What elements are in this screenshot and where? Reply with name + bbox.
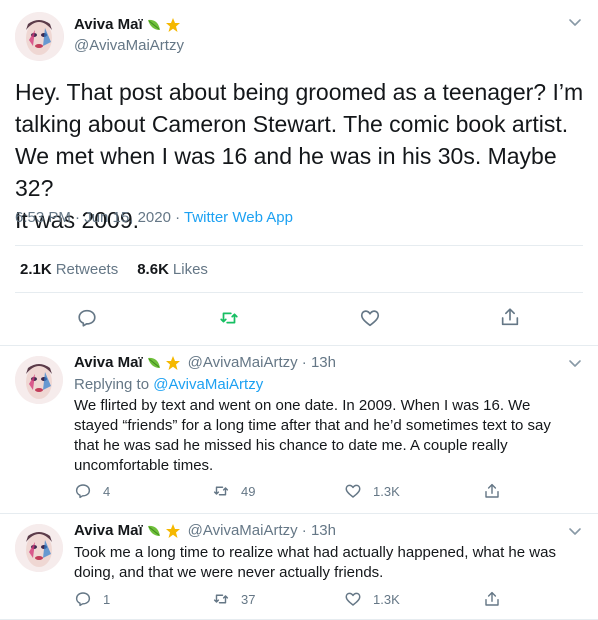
reply-icon[interactable] [76,307,98,329]
reply-button[interactable]: 4 [74,482,110,500]
reply-tweet[interactable]: Aviva Maï @AvivaMaiArtzy · 13h Replying … [0,346,598,514]
retweet-icon[interactable] [218,307,240,329]
retweets-count: 2.1K [20,260,52,278]
share-icon [485,483,499,498]
retweet-icon [213,486,229,496]
reply-tweet[interactable]: Aviva Maï @AvivaMaiArtzy · 13h Took me a… [0,514,598,620]
tweet-text-line: talking about Cameron Stewart. The comic… [15,111,569,137]
tweet-actions [0,305,598,335]
tweet-text-line: Hey. That post about being groomed as a … [15,79,584,105]
reply-actions: 1 37 1.3K [74,590,574,610]
reply-button[interactable]: 1 [74,590,110,608]
reply-text-line: that he was sad he missed his chance to … [74,437,508,454]
avatar[interactable] [15,12,64,61]
reply-header: Aviva Maï @AvivaMaiArtzy · 13h [74,354,336,371]
leaf-emoji-icon [146,523,162,539]
like-count: 1.3K [373,483,400,499]
star-emoji-icon [165,355,181,371]
replying-to-handle[interactable]: @AvivaMaiArtzy [153,376,263,393]
tweet-stats: 2.1K Retweets 8.6K Likes [15,245,583,293]
reply-count: 4 [103,483,111,499]
reply-text-line: stayed “friends” for a long time after t… [74,417,551,434]
like-count: 1.3K [373,591,400,607]
replying-to: Replying to @AvivaMaiArtzy [74,376,263,393]
tweet-timestamp[interactable]: 6:53 PM · Jun 15, 2020 · [15,209,184,226]
reply-text-line: Took me a long time to realize what had … [74,544,556,561]
retweets-stat[interactable]: 2.1K Retweets [20,261,118,278]
tweet-meta: 6:53 PM · Jun 15, 2020 · Twitter Web App [15,209,293,226]
retweet-button[interactable]: 49 [212,482,255,500]
leaf-emoji-icon [146,355,162,371]
reply-text: We flirted by text and went on one date.… [74,396,582,476]
retweets-label: Retweets [55,260,119,278]
retweet-icon [213,594,229,604]
like-icon[interactable] [359,307,381,329]
avatar[interactable] [15,524,63,572]
replying-to-prefix: Replying to [74,376,154,393]
reply-count: 1 [103,591,111,607]
retweet-count: 49 [241,483,256,499]
leaf-emoji-icon [146,17,162,33]
likes-stat[interactable]: 8.6K Likes [137,261,208,278]
like-icon [345,592,361,606]
author-name-text[interactable]: Aviva Maï [74,16,143,33]
main-tweet: Aviva Maï @AvivaMaiArtzy Hey. That post … [0,0,598,346]
reply-icon [75,592,91,607]
like-icon [345,484,361,498]
reply-text-line: uncomfortable times. [74,457,214,474]
author-name[interactable]: Aviva Maï [74,16,181,33]
reply-icon [75,484,91,499]
tweet-source-app[interactable]: Twitter Web App [184,209,293,226]
likes-label: Likes [172,260,208,278]
author-name[interactable]: Aviva Maï [74,522,143,539]
share-icon [485,591,499,606]
tweet-text-line: We met when I was 16 and he was in his 3… [15,143,557,201]
retweet-count: 37 [241,591,256,607]
likes-count: 8.6K [137,260,169,278]
author-handle[interactable]: @AvivaMaiArtzy · 13h [188,354,336,371]
star-emoji-icon [165,523,181,539]
chevron-down-icon[interactable] [566,13,584,31]
avatar[interactable] [15,356,63,404]
chevron-down-icon[interactable] [566,522,584,540]
reply-text: Took me a long time to realize what had … [74,543,582,583]
author-name[interactable]: Aviva Maï [74,354,143,371]
like-button[interactable]: 1.3K [344,482,400,500]
chevron-down-icon[interactable] [566,354,584,372]
author-handle[interactable]: @AvivaMaiArtzy [74,37,184,54]
retweet-button[interactable]: 37 [212,590,255,608]
reply-actions: 4 49 1.3K [74,482,574,502]
share-button[interactable] [483,590,512,608]
reply-header: Aviva Maï @AvivaMaiArtzy · 13h [74,522,336,539]
share-button[interactable] [483,482,512,500]
star-emoji-icon [165,17,181,33]
reply-text-line: We flirted by text and went on one date.… [74,397,531,414]
author-handle[interactable]: @AvivaMaiArtzy · 13h [188,522,336,539]
share-icon[interactable] [499,306,521,328]
like-button[interactable]: 1.3K [344,590,400,608]
reply-text-line: doing, and that we were never actually f… [74,564,384,581]
